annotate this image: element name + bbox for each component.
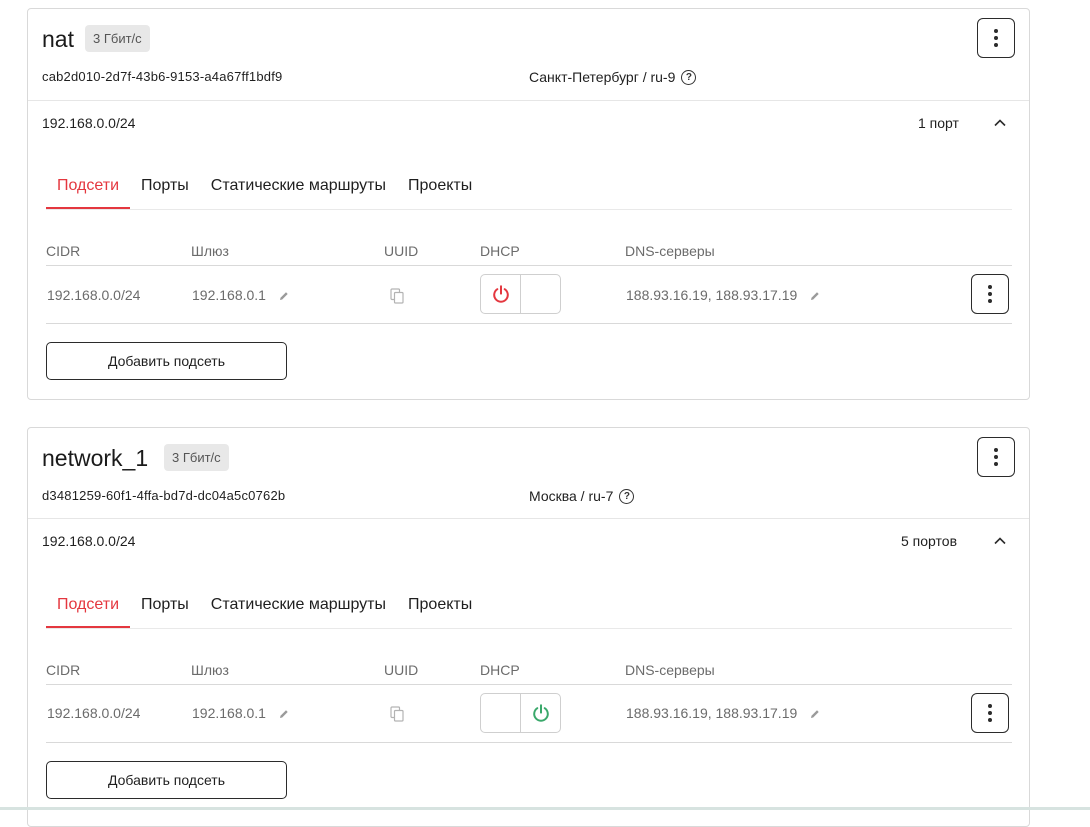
column-header-cidr: CIDR <box>46 662 81 678</box>
column-header-cidr: CIDR <box>46 243 81 259</box>
column-header-dhcp: DHCP <box>480 243 520 259</box>
dns-value: 188.93.16.19, 188.93.17.19 <box>626 287 798 303</box>
ports-count: 5 портов <box>901 533 957 549</box>
tab-bar: Подсети Порты Статические маршруты Проек… <box>46 582 1012 629</box>
power-icon <box>492 285 509 303</box>
region-label: Москва / ru-7 <box>529 488 614 504</box>
question-circle-icon[interactable]: ? <box>681 69 697 85</box>
pencil-icon[interactable] <box>809 290 821 302</box>
tab-bar: Подсети Порты Статические маршруты Проек… <box>46 163 1012 210</box>
chevron-up-icon[interactable] <box>993 534 1007 548</box>
power-icon <box>532 704 549 722</box>
cell-gateway: 192.168.0.1 <box>192 287 290 303</box>
speed-badge: 3 Гбит/с <box>85 25 150 52</box>
dns-value: 188.93.16.19, 188.93.17.19 <box>626 705 798 721</box>
network-name: network_1 <box>42 445 149 471</box>
gateway-value: 192.168.0.1 <box>192 287 266 303</box>
tab-ports[interactable]: Порты <box>130 582 200 628</box>
table-row-divider <box>46 742 1012 743</box>
add-subnet-button[interactable]: Добавить подсеть <box>46 342 287 380</box>
network-region: Санкт-Петербург / ru-9 ? <box>529 69 697 85</box>
pencil-icon[interactable] <box>278 290 290 302</box>
tab-subnets[interactable]: Подсети <box>46 163 131 209</box>
gateway-value: 192.168.0.1 <box>192 705 266 721</box>
subnet-menu-button[interactable] <box>971 693 1009 733</box>
dhcp-toggle[interactable] <box>480 693 561 733</box>
cell-cidr: 192.168.0.0/24 <box>47 287 141 303</box>
column-header-uuid: UUID <box>384 662 419 678</box>
copy-icon[interactable] <box>390 706 404 722</box>
dhcp-on-segment[interactable] <box>521 694 560 732</box>
pencil-icon[interactable] <box>809 708 821 720</box>
tab-ports[interactable]: Порты <box>130 163 200 209</box>
cell-dns: 188.93.16.19, 188.93.17.19 <box>626 705 821 721</box>
copy-icon[interactable] <box>390 288 404 304</box>
divider <box>28 518 1029 519</box>
kebab-menu-icon <box>988 704 992 708</box>
chevron-up-icon[interactable] <box>993 116 1007 130</box>
subnet-summary: 192.168.0.0/24 <box>42 115 136 131</box>
network-card-network-1: network_1 3 Гбит/с d3481259-60f1-4ffa-bd… <box>27 427 1030 827</box>
divider <box>28 100 1029 101</box>
ports-count: 1 порт <box>918 115 959 131</box>
column-header-gateway: Шлюз <box>191 243 229 259</box>
tab-projects[interactable]: Проекты <box>397 163 483 209</box>
tab-static-routes[interactable]: Статические маршруты <box>200 582 397 628</box>
table-header-divider <box>46 265 1012 266</box>
pencil-icon[interactable] <box>278 708 290 720</box>
network-menu-button[interactable] <box>977 437 1015 477</box>
column-header-dns: DNS-серверы <box>625 662 715 678</box>
subnet-summary: 192.168.0.0/24 <box>42 533 136 549</box>
column-header-dhcp: DHCP <box>480 662 520 678</box>
tab-projects[interactable]: Проекты <box>397 582 483 628</box>
network-name: nat <box>42 26 74 52</box>
column-header-dns: DNS-серверы <box>625 243 715 259</box>
column-header-uuid: UUID <box>384 243 419 259</box>
dhcp-off-segment[interactable] <box>481 275 521 313</box>
dhcp-on-segment[interactable] <box>521 275 560 313</box>
tab-subnets[interactable]: Подсети <box>46 582 131 628</box>
dhcp-off-segment[interactable] <box>481 694 521 732</box>
cell-cidr: 192.168.0.0/24 <box>47 705 141 721</box>
table-header-divider <box>46 684 1012 685</box>
dhcp-toggle[interactable] <box>480 274 561 314</box>
kebab-menu-icon <box>994 448 998 452</box>
speed-badge: 3 Гбит/с <box>164 444 229 471</box>
kebab-menu-icon <box>988 285 992 289</box>
network-uuid: d3481259-60f1-4ffa-bd7d-dc04a5c0762b <box>42 488 286 503</box>
network-region: Москва / ru-7 ? <box>529 488 635 504</box>
network-uuid: cab2d010-2d7f-43b6-9153-a4a67ff1bdf9 <box>42 69 283 84</box>
table-row-divider <box>46 323 1012 324</box>
network-menu-button[interactable] <box>977 18 1015 58</box>
subnet-menu-button[interactable] <box>971 274 1009 314</box>
tab-static-routes[interactable]: Статические маршруты <box>200 163 397 209</box>
column-header-gateway: Шлюз <box>191 662 229 678</box>
cell-gateway: 192.168.0.1 <box>192 705 290 721</box>
add-subnet-button[interactable]: Добавить подсеть <box>46 761 287 799</box>
cell-dns: 188.93.16.19, 188.93.17.19 <box>626 287 821 303</box>
network-card-nat: nat 3 Гбит/с cab2d010-2d7f-43b6-9153-a4a… <box>27 8 1030 400</box>
question-circle-icon[interactable]: ? <box>619 488 635 504</box>
region-label: Санкт-Петербург / ru-9 <box>529 69 676 85</box>
kebab-menu-icon <box>994 29 998 33</box>
